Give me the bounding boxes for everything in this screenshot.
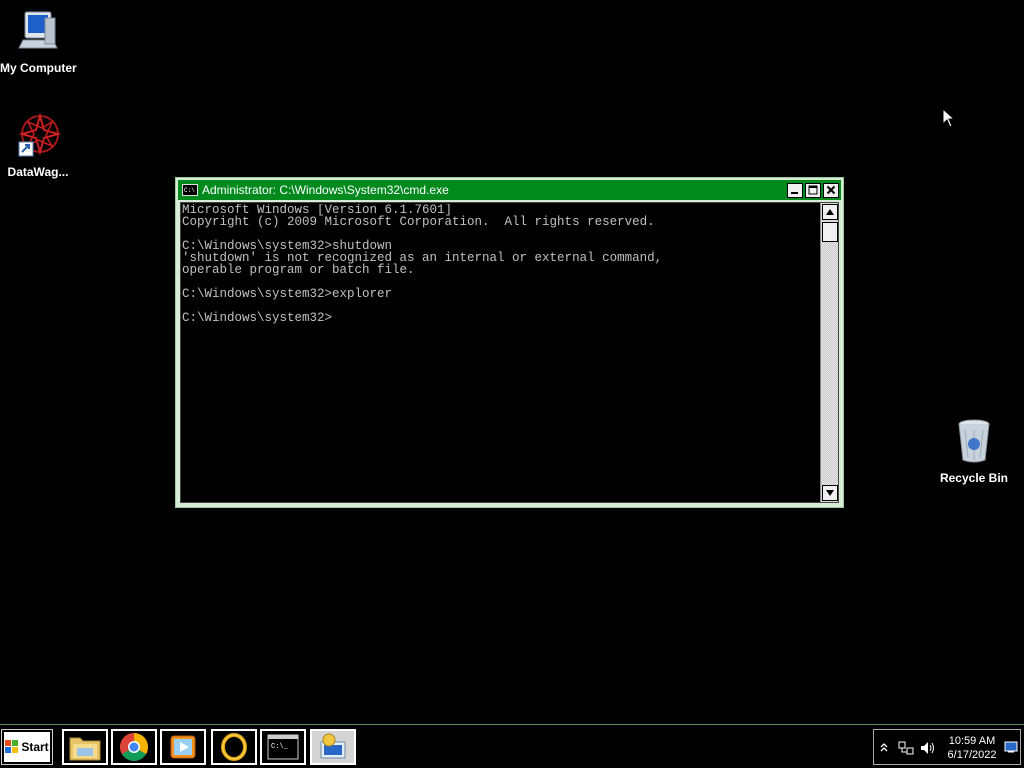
system-tray: 10:59 AM 6/17/2022 <box>873 729 1021 765</box>
cmd-window[interactable]: C:\ Administrator: C:\Windows\System32\c… <box>175 177 844 508</box>
arrow-up-icon <box>826 209 834 215</box>
desktop-icon-recycle-bin[interactable]: Recycle Bin <box>936 418 1012 485</box>
taskbar-file-explorer[interactable] <box>62 729 108 765</box>
taskbar-clock[interactable]: 10:59 AM 6/17/2022 <box>942 734 1002 762</box>
taskbar-cmd[interactable]: C:\_ <box>260 729 306 765</box>
chrome-icon <box>120 733 148 761</box>
start-button[interactable]: Start <box>1 729 53 765</box>
file-explorer-icon <box>69 737 101 761</box>
minimize-button[interactable] <box>787 182 803 198</box>
desktop-icon-label: DataWag... <box>7 165 69 179</box>
show-desktop-icon[interactable] <box>1004 741 1018 753</box>
clock-time: 10:59 AM <box>948 735 996 747</box>
svg-text:C:\_: C:\_ <box>271 743 289 751</box>
arrow-down-icon <box>826 490 834 496</box>
svg-text:C:\: C:\ <box>184 187 195 194</box>
scroll-down-button[interactable] <box>822 485 838 501</box>
show-hidden-icons-icon[interactable] <box>880 741 888 753</box>
taskbar-chrome[interactable] <box>111 729 157 765</box>
clock-date: 6/17/2022 <box>947 749 997 761</box>
desktop-icon-datawag[interactable]: DataWag... <box>0 112 76 179</box>
maximize-icon <box>808 185 818 195</box>
desktop-icon-my-computer[interactable]: My Computer <box>0 8 77 75</box>
vertical-scrollbar[interactable] <box>820 203 838 502</box>
computer-icon <box>18 11 58 49</box>
taskbar: Start C:\_ 10:59 AM 6/17/2022 <box>0 724 1024 768</box>
media-player-icon <box>170 735 196 759</box>
network-icon[interactable] <box>898 741 914 755</box>
taskbar-remote-desktop[interactable] <box>310 729 356 765</box>
window-title: Administrator: C:\Windows\System32\cmd.e… <box>202 183 449 197</box>
desktop-icon-label: Recycle Bin <box>939 471 1009 485</box>
console-output: Microsoft Windows [Version 6.1.7601] Cop… <box>182 204 663 325</box>
start-label: Start <box>21 740 49 754</box>
console-area[interactable]: Microsoft Windows [Version 6.1.7601] Cop… <box>180 202 839 503</box>
window-titlebar[interactable]: C:\ Administrator: C:\Windows\System32\c… <box>178 180 841 200</box>
volume-icon[interactable] <box>920 741 936 755</box>
minimize-icon <box>791 192 798 194</box>
maximize-button[interactable] <box>805 182 821 198</box>
windows-logo-icon <box>5 740 19 753</box>
desktop-icon-label: My Computer <box>0 61 77 75</box>
taskbar-media-player[interactable] <box>160 729 206 765</box>
datawag-icon <box>18 112 62 157</box>
remote-desktop-icon <box>320 733 346 759</box>
close-button[interactable] <box>823 182 839 198</box>
scroll-up-button[interactable] <box>822 204 838 220</box>
scrollbar-thumb[interactable] <box>822 222 838 242</box>
cmd-icon: C:\_ <box>267 734 299 760</box>
close-icon <box>826 185 836 195</box>
recycle-bin-icon <box>958 419 990 463</box>
cmd-icon: C:\ <box>182 184 198 196</box>
ring-app-icon <box>221 733 247 761</box>
taskbar-ring-app[interactable] <box>211 729 257 765</box>
mouse-cursor-icon <box>942 108 956 128</box>
